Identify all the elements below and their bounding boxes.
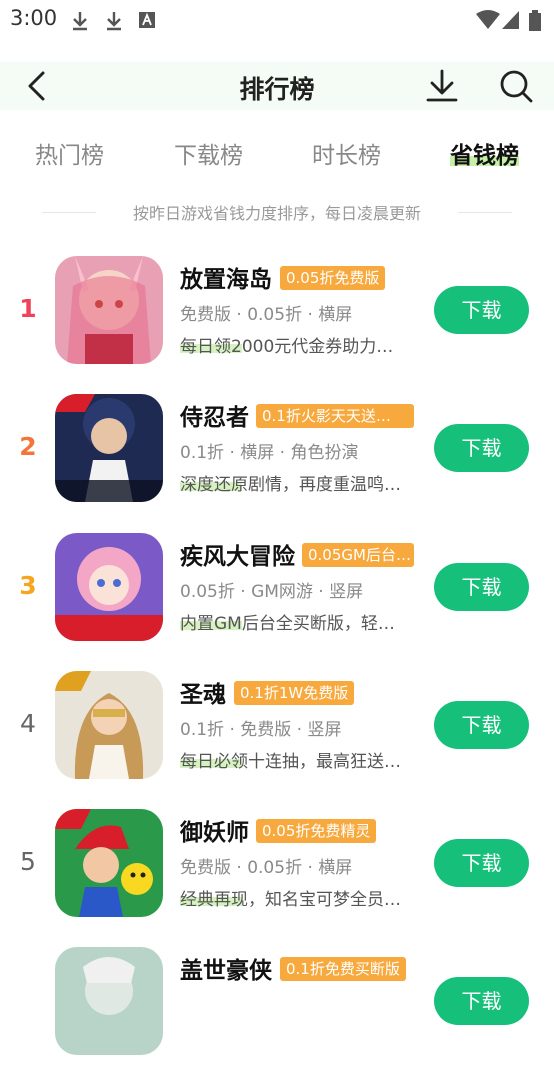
- rank-number: 5: [20, 847, 36, 876]
- game-name: 御妖师: [180, 820, 249, 846]
- game-meta: 0.1折 · 免费版 · 竖屏: [180, 720, 342, 740]
- discount-tag: 0.05折免费精灵: [256, 819, 377, 843]
- game-name: 侍忍者: [180, 405, 249, 431]
- status-bar: 3:00: [0, 0, 554, 40]
- game-description: 深度还原剧情，再度重温鸣…: [180, 475, 401, 495]
- rank-number: 2: [19, 432, 37, 461]
- download-button[interactable]: 下载: [434, 563, 529, 611]
- game-list-item[interactable]: 5 御妖师 0.05折免费精灵 免费版 · 0.05折 · 横屏 经典再现，知名…: [0, 809, 554, 929]
- tab-save-money[interactable]: 省钱榜: [450, 136, 519, 170]
- game-meta: 免费版 · 0.05折 · 横屏: [180, 305, 353, 325]
- game-list-item[interactable]: 2 侍忍者 0.1折火影天天送… 0.1折 · 横屏 · 角色扮演 深度还原剧情…: [0, 394, 554, 514]
- game-icon[interactable]: [55, 671, 163, 779]
- game-icon[interactable]: [55, 947, 163, 1055]
- game-description: 内置GM后台全买断版，轻…: [180, 614, 395, 634]
- game-meta: 免费版 · 0.05折 · 横屏: [180, 858, 353, 878]
- game-list-item[interactable]: 3 疾风大冒险 0.05GM后台… 0.05折 · GM网游 · 竖屏 内置GM…: [0, 533, 554, 653]
- game-name: 圣魂: [180, 682, 226, 708]
- game-name: 疾风大冒险: [180, 544, 295, 570]
- download-notification-icon: [107, 12, 121, 31]
- download-button[interactable]: 下载: [434, 977, 529, 1025]
- rank-number: 1: [19, 294, 37, 323]
- rank-number: 4: [20, 709, 36, 738]
- game-icon[interactable]: [55, 394, 163, 502]
- wifi-icon: [476, 10, 500, 29]
- game-icon[interactable]: [55, 533, 163, 641]
- download-icon[interactable]: [424, 68, 460, 104]
- nav-bar: 排行榜: [0, 62, 554, 110]
- game-list-item[interactable]: 盖世豪侠 0.1折免费买断版 下载: [0, 947, 554, 1067]
- battery-icon: [529, 10, 541, 31]
- signal-icon: [502, 11, 519, 29]
- discount-tag: 0.05GM后台…: [302, 543, 414, 567]
- game-description: 经典再现，知名宝可梦全员…: [180, 890, 401, 910]
- status-time: 3:00: [10, 6, 58, 30]
- game-description: 每日必领十连抽，最高狂送…: [180, 752, 401, 772]
- game-list-item[interactable]: 1 放置海岛 0.05折免费版 免费版 · 0.05折 · 横屏 每日领2000…: [0, 256, 554, 376]
- game-meta: 0.1折 · 横屏 · 角色扮演: [180, 443, 359, 463]
- divider: [458, 212, 512, 213]
- discount-tag: 0.1折火影天天送…: [256, 404, 414, 428]
- game-icon[interactable]: [55, 256, 163, 364]
- ranking-tabs: 热门榜 下载榜 时长榜 省钱榜: [0, 136, 554, 176]
- download-button[interactable]: 下载: [434, 424, 529, 472]
- rank-number: 3: [19, 571, 37, 600]
- game-icon[interactable]: [55, 809, 163, 917]
- game-list-item[interactable]: 4 圣魂 0.1折1W免费版 0.1折 · 免费版 · 竖屏 每日必领十连抽，最…: [0, 671, 554, 791]
- game-name: 盖世豪侠: [180, 958, 272, 984]
- discount-tag: 0.1折1W免费版: [234, 681, 355, 705]
- game-meta: 0.05折 · GM网游 · 竖屏: [180, 582, 364, 602]
- discount-tag: 0.1折免费买断版: [280, 957, 406, 981]
- tab-download[interactable]: 下载榜: [174, 136, 243, 170]
- tab-duration[interactable]: 时长榜: [312, 136, 381, 170]
- game-name: 放置海岛: [180, 267, 272, 293]
- tab-hot[interactable]: 热门榜: [35, 136, 104, 170]
- download-button[interactable]: 下载: [434, 701, 529, 749]
- game-description: 每日领2000元代金券助力…: [180, 337, 394, 357]
- discount-tag: 0.05折免费版: [280, 266, 386, 290]
- page-title: 排行榜: [239, 75, 315, 104]
- download-button[interactable]: 下载: [434, 286, 529, 334]
- app-notification-icon: [139, 12, 155, 28]
- search-icon[interactable]: [498, 68, 534, 104]
- download-button[interactable]: 下载: [434, 839, 529, 887]
- download-notification-icon: [73, 12, 87, 31]
